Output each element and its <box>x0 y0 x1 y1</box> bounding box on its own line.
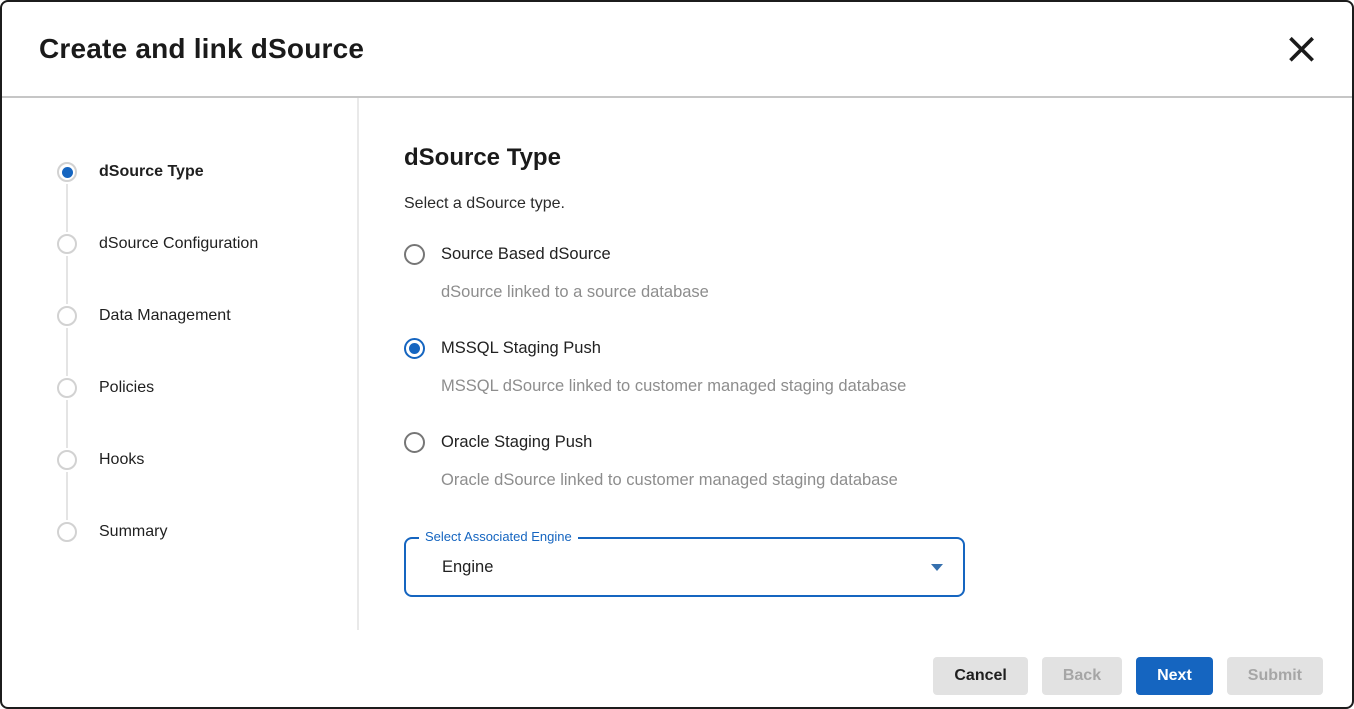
step-label: Policies <box>99 379 154 397</box>
option-description: MSSQL dSource linked to customer managed… <box>441 377 1312 396</box>
step-dot-icon <box>57 162 77 182</box>
radio-button-icon[interactable] <box>404 432 425 453</box>
step-label: dSource Configuration <box>99 235 258 253</box>
step-policies[interactable]: Policies <box>57 352 357 424</box>
close-icon: × <box>1283 36 1320 62</box>
option-oracle-staging-push[interactable]: Oracle Staging Push Oracle dSource linke… <box>404 432 1312 490</box>
select-field-label: Select Associated Engine <box>419 529 578 544</box>
option-mssql-staging-push[interactable]: MSSQL Staging Push MSSQL dSource linked … <box>404 338 1312 396</box>
create-dsource-dialog: Create and link dSource × dSource Type d… <box>0 0 1354 709</box>
step-content-panel: dSource Type Select a dSource type. Sour… <box>359 98 1352 630</box>
step-label: dSource Type <box>99 163 204 181</box>
step-label: Hooks <box>99 451 144 469</box>
page-subtitle: Select a dSource type. <box>404 195 1312 213</box>
dialog-footer: Cancel Back Next Submit <box>2 630 1352 707</box>
option-source-based-dsource[interactable]: Source Based dSource dSource linked to a… <box>404 244 1312 302</box>
associated-engine-select[interactable]: Select Associated Engine Engine <box>404 537 965 597</box>
step-dot-icon <box>57 306 77 326</box>
cancel-button[interactable]: Cancel <box>933 657 1027 695</box>
step-label: Summary <box>99 523 167 541</box>
step-dot-icon <box>57 234 77 254</box>
step-dsource-type[interactable]: dSource Type <box>57 136 357 208</box>
chevron-down-icon <box>931 564 943 571</box>
step-dot-icon <box>57 522 77 542</box>
option-label: MSSQL Staging Push <box>441 339 1312 358</box>
step-dsource-configuration[interactable]: dSource Configuration <box>57 208 357 280</box>
step-data-management[interactable]: Data Management <box>57 280 357 352</box>
option-label: Oracle Staging Push <box>441 433 1312 452</box>
step-summary[interactable]: Summary <box>57 496 357 568</box>
dialog-header: Create and link dSource × <box>2 2 1352 98</box>
dsource-type-options: Source Based dSource dSource linked to a… <box>404 244 1312 490</box>
close-button[interactable]: × <box>1283 36 1320 62</box>
page-title: dSource Type <box>404 144 1312 172</box>
back-button[interactable]: Back <box>1042 657 1122 695</box>
step-dot-icon <box>57 450 77 470</box>
radio-button-icon[interactable] <box>404 338 425 359</box>
dialog-body: dSource Type dSource Configuration Data … <box>2 98 1352 630</box>
radio-button-icon[interactable] <box>404 244 425 265</box>
submit-button[interactable]: Submit <box>1227 657 1323 695</box>
option-label: Source Based dSource <box>441 245 1312 264</box>
step-hooks[interactable]: Hooks <box>57 424 357 496</box>
select-field-value: Engine <box>442 558 931 577</box>
option-description: Oracle dSource linked to customer manage… <box>441 471 1312 490</box>
dialog-title: Create and link dSource <box>39 33 364 65</box>
step-label: Data Management <box>99 307 231 325</box>
wizard-stepper: dSource Type dSource Configuration Data … <box>2 98 359 630</box>
option-description: dSource linked to a source database <box>441 283 1312 302</box>
next-button[interactable]: Next <box>1136 657 1213 695</box>
step-dot-icon <box>57 378 77 398</box>
